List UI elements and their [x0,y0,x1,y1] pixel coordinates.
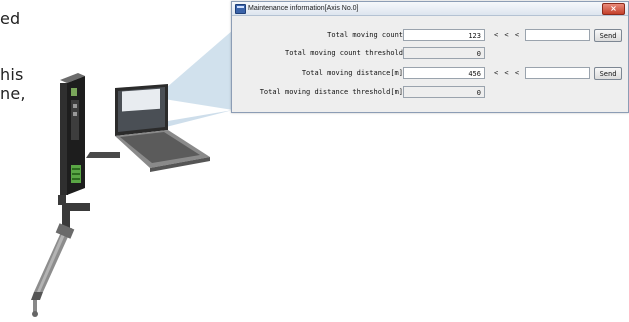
total-moving-count-send-button[interactable]: Send [594,29,622,42]
total-moving-count-field[interactable]: 123 [403,29,485,41]
controller-unit-illustration [60,73,85,195]
total-moving-distance-label: Total moving distance[m] [301,69,403,77]
close-icon[interactable]: × [602,3,625,15]
window-title: Maintenance information[Axis No.0] [248,5,359,12]
total-moving-distance-send-button[interactable]: Send [594,67,622,80]
app-window-icon [235,4,246,14]
transfer-arrows: < < < [494,31,521,39]
total-moving-count-send-input[interactable] [525,29,590,41]
maintenance-window: Maintenance information[Axis No.0] × Tot… [231,1,629,113]
row-total-moving-distance-threshold: Total moving distance threshold[m] 0 [232,86,628,101]
transfer-arrows: < < < [494,69,521,77]
actuator-illustration [31,223,75,317]
cable-controller-laptop [86,152,120,158]
row-total-moving-count: Total moving count 123 < < < Send [232,29,628,44]
total-moving-distance-threshold-label: Total moving distance threshold[m] [259,88,403,96]
row-total-moving-count-threshold: Total moving count threshold 0 [232,47,628,62]
total-moving-count-threshold-label: Total moving count threshold [284,49,403,57]
total-moving-distance-threshold-field: 0 [403,86,485,98]
row-total-moving-distance: Total moving distance[m] 456 < < < Send [232,67,628,82]
total-moving-distance-send-input[interactable] [525,67,590,79]
window-titlebar: Maintenance information[Axis No.0] × [232,2,628,16]
total-moving-count-label: Total moving count [327,31,403,39]
total-moving-count-threshold-field: 0 [403,47,485,59]
total-moving-distance-field[interactable]: 456 [403,67,485,79]
